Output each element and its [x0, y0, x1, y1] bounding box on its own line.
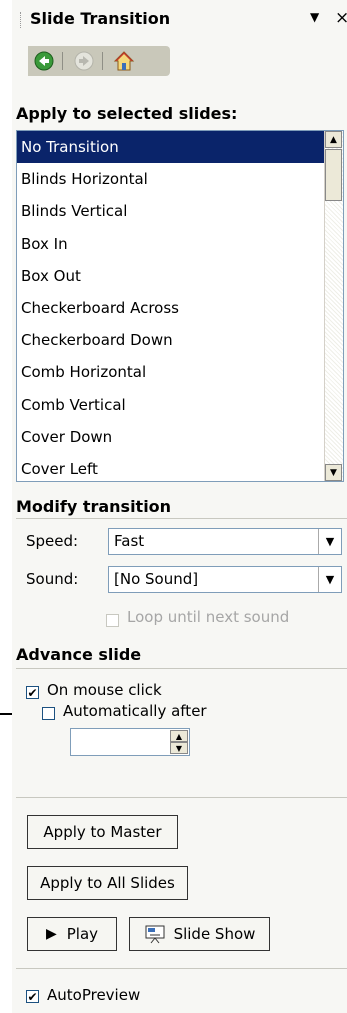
nav-separator — [102, 52, 103, 70]
slide-show-button[interactable]: Slide Show — [129, 917, 270, 951]
sound-select[interactable]: [No Sound] ▼ — [108, 566, 342, 593]
slide-show-label: Slide Show — [173, 925, 256, 943]
pane-title-bar: Slide Transition ▼ × — [12, 0, 347, 38]
nav-separator — [62, 52, 63, 70]
slide-transition-pane: Slide Transition ▼ × Apply to selected s… — [12, 0, 347, 1013]
sound-value: [No Sound] — [114, 570, 199, 588]
forward-button[interactable] — [72, 49, 96, 73]
apply-to-master-button[interactable]: Apply to Master — [27, 815, 178, 849]
transition-list-item[interactable]: No Transition — [17, 131, 343, 164]
automatically-after-checkbox[interactable] — [42, 707, 55, 720]
pane-menu-button[interactable]: ▼ — [310, 10, 319, 24]
list-scrollbar[interactable]: ▲ ▼ — [324, 131, 343, 481]
home-icon — [113, 51, 135, 71]
speed-select[interactable]: Fast ▼ — [108, 528, 342, 555]
section-divider — [16, 797, 347, 798]
section-divider — [16, 968, 347, 969]
scroll-thumb[interactable] — [325, 149, 342, 201]
modify-section-heading: Modify transition — [16, 497, 172, 516]
chevron-down-icon[interactable]: ▼ — [318, 529, 341, 554]
advance-section-heading: Advance slide — [16, 645, 142, 664]
spin-down-button[interactable]: ▼ — [170, 742, 188, 754]
transition-list-item[interactable]: Checkerboard Down — [17, 324, 343, 356]
section-divider — [16, 668, 347, 669]
apply-to-all-slides-button[interactable]: Apply to All Slides — [27, 866, 188, 900]
spin-up-button[interactable]: ▲ — [170, 730, 188, 742]
autopreview-label: AutoPreview — [47, 986, 141, 1004]
loop-checkbox[interactable] — [106, 614, 119, 627]
back-button[interactable] — [32, 49, 56, 73]
transition-list-item[interactable]: Cover Left — [17, 453, 343, 481]
pane-title: Slide Transition — [30, 9, 171, 28]
transition-list: No Transition Blinds Horizontal Blinds Ver… — [17, 131, 343, 481]
transition-list-item[interactable]: Comb Horizontal — [17, 356, 343, 388]
drag-grip-icon[interactable] — [20, 12, 23, 28]
apply-section-heading: Apply to selected slides: — [16, 104, 238, 123]
nav-toolbar — [28, 46, 170, 76]
projector-screen-icon — [145, 925, 165, 944]
home-button[interactable] — [112, 49, 136, 73]
sound-label: Sound: — [26, 570, 79, 588]
speed-label: Speed: — [26, 532, 79, 550]
scroll-down-button[interactable]: ▼ — [325, 464, 342, 481]
transition-list-item[interactable]: Blinds Vertical — [17, 195, 343, 227]
close-button[interactable]: × — [335, 8, 347, 28]
play-label: Play — [66, 925, 99, 943]
transition-list-item[interactable]: Checkerboard Across — [17, 292, 343, 324]
section-divider — [16, 518, 347, 519]
on-mouse-click-checkbox[interactable]: ✔ — [26, 686, 39, 699]
speed-value: Fast — [114, 532, 145, 550]
transition-list-item[interactable]: Box In — [17, 228, 343, 260]
loop-label: Loop until next sound — [127, 608, 290, 626]
scroll-up-button[interactable]: ▲ — [325, 131, 342, 148]
back-arrow-icon — [34, 51, 54, 71]
play-icon: ▶ — [45, 926, 57, 942]
transition-list-item[interactable]: Box Out — [17, 260, 343, 292]
play-button[interactable]: ▶ Play — [27, 917, 117, 951]
forward-arrow-icon — [74, 51, 94, 71]
transition-listbox[interactable]: No Transition Blinds Horizontal Blinds Ver… — [16, 130, 344, 482]
transition-list-item[interactable]: Blinds Horizontal — [17, 163, 343, 195]
transition-list-item[interactable]: Cover Down — [17, 421, 343, 453]
autopreview-checkbox[interactable]: ✔ — [26, 990, 39, 1003]
automatically-after-label: Automatically after — [63, 702, 207, 720]
auto-advance-time-spinner[interactable]: ▲ ▼ — [70, 728, 190, 756]
chevron-down-icon[interactable]: ▼ — [318, 567, 341, 592]
transition-list-item[interactable]: Comb Vertical — [17, 389, 343, 421]
on-mouse-click-label: On mouse click — [47, 681, 162, 699]
